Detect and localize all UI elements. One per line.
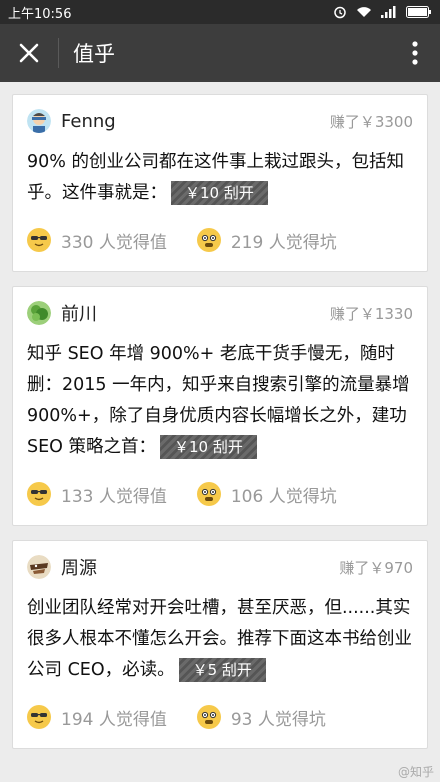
avatar[interactable] [27,555,51,579]
earned-amount: 赚了￥3300 [329,112,413,131]
card-footer: 133 人觉得值 106 人觉得坑 [13,463,427,525]
pit-reaction[interactable]: 106 人觉得坑 [196,482,337,507]
question-card[interactable]: 前川 赚了￥1330 知乎 SEO 年增 900%+ 老底干货手慢无，随时删：2… [12,286,428,526]
pit-reaction[interactable]: 219 人觉得坑 [196,228,337,253]
signal-icon [381,6,396,18]
pit-count: 106 人觉得坑 [230,486,337,507]
status-time: 上午10:56 [8,6,72,22]
avatar[interactable] [27,301,51,325]
more-vertical-icon [412,41,418,65]
cool-face-icon [27,482,51,506]
card-text: 创业团队经常对开会吐槽，甚至厌恶，但......其实很多人根本不懂怎么开会。推荐… [13,593,427,686]
scratch-reveal-button[interactable]: ￥10 刮开 [160,435,257,459]
pit-reaction[interactable]: 93 人觉得坑 [196,705,326,730]
wifi-icon [357,7,371,17]
worth-count: 133 人觉得值 [61,486,167,507]
earned-amount: 赚了￥1330 [329,304,413,323]
card-footer: 330 人觉得值 219 人觉得坑 [13,209,427,271]
earned-amount: 赚了￥970 [339,558,413,577]
question-card[interactable]: Fenng 赚了￥3300 90% 的创业公司都在这件事上栽过跟头，包括知乎。这… [12,94,428,272]
author-name[interactable]: 前川 [61,300,330,326]
worth-reaction[interactable]: 330 人觉得值 [27,228,167,253]
worth-reaction[interactable]: 194 人觉得值 [27,705,167,730]
feed: Fenng 赚了￥3300 90% 的创业公司都在这件事上栽过跟头，包括知乎。这… [0,82,440,749]
pit-count: 93 人觉得坑 [230,709,326,730]
avatar[interactable] [27,109,51,133]
shocked-face-icon [196,705,221,729]
status-bar: 上午10:56 [0,0,440,24]
scratch-reveal-button[interactable]: ￥5 刮开 [178,658,266,682]
status-icons [333,5,432,19]
page-title: 值乎 [73,42,115,66]
close-button[interactable] [0,24,58,82]
watermark: @知乎 [397,765,434,779]
author-name[interactable]: Fenng [61,111,330,132]
cool-face-icon [27,228,51,252]
shocked-face-icon [196,228,221,252]
author-name[interactable]: 周源 [61,554,339,580]
card-header: 周源 赚了￥970 [13,541,427,593]
alarm-icon [334,6,346,19]
app-bar-divider [58,38,59,68]
scratch-reveal-button[interactable]: ￥10 刮开 [171,181,268,205]
cool-face-icon [27,705,51,729]
card-header: 前川 赚了￥1330 [13,287,427,339]
shocked-face-icon [196,482,221,506]
card-text: 90% 的创业公司都在这件事上栽过跟头，包括知乎。这件事就是： ￥10 刮开 [13,147,427,209]
question-card[interactable]: 周源 赚了￥970 创业团队经常对开会吐槽，甚至厌恶，但......其实很多人根… [12,540,428,749]
more-options-button[interactable] [390,24,440,82]
close-icon [19,43,39,63]
worth-count: 330 人觉得值 [61,232,167,253]
card-header: Fenng 赚了￥3300 [13,95,427,147]
app-bar: 值乎 [0,24,440,82]
worth-count: 194 人觉得值 [61,709,167,730]
card-text: 知乎 SEO 年增 900%+ 老底干货手慢无，随时删：2015 一年内，知乎来… [13,339,427,463]
battery-icon [406,6,431,18]
worth-reaction[interactable]: 133 人觉得值 [27,482,167,507]
card-footer: 194 人觉得值 93 人觉得坑 [13,686,427,748]
pit-count: 219 人觉得坑 [230,232,337,253]
